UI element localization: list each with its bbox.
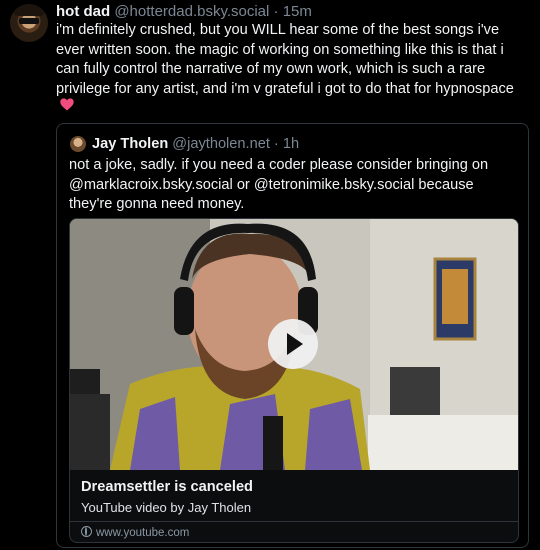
post-header: hot dad @hotterdad.bsky.social · 15m xyxy=(56,3,312,21)
card-link[interactable]: www.youtube.com xyxy=(81,526,189,539)
quote-author-name[interactable]: Jay Tholen xyxy=(92,136,168,152)
quote-text: not a joke, sadly. if you need a coder p… xyxy=(69,157,489,213)
avatar-hat-shape xyxy=(14,4,44,16)
avatar-glasses-shape xyxy=(19,18,39,24)
quoted-post[interactable]: Jay Tholen @jaytholen.net · 1h not a jok… xyxy=(56,123,529,548)
author-name[interactable]: hot dad xyxy=(56,3,110,20)
quote-author-avatar[interactable] xyxy=(70,136,86,152)
pink-heart-icon xyxy=(60,98,74,111)
post-text: i'm definitely crushed, but you WILL hea… xyxy=(56,22,514,97)
globe-icon xyxy=(81,526,92,537)
header-separator: · xyxy=(269,3,283,20)
quote-header-separator: · xyxy=(269,136,283,152)
play-icon[interactable] xyxy=(268,319,318,369)
post-time[interactable]: 15m xyxy=(283,3,312,20)
author-handle[interactable]: @hotterdad.bsky.social xyxy=(114,3,269,20)
post[interactable]: hot dad @hotterdad.bsky.social · 15m i'm… xyxy=(0,0,540,550)
card-title[interactable]: Dreamsettler is canceled xyxy=(81,479,253,495)
quote-author-handle[interactable]: @jaytholen.net xyxy=(172,136,270,152)
video-thumbnail[interactable] xyxy=(70,219,518,470)
quote-header: Jay Tholen @jaytholen.net · 1h xyxy=(92,135,299,153)
author-avatar[interactable] xyxy=(10,4,48,42)
video-link-card[interactable]: Dreamsettler is canceled YouTube video b… xyxy=(69,218,519,543)
quote-time[interactable]: 1h xyxy=(283,136,299,152)
card-description: YouTube video by Jay Tholen xyxy=(81,500,252,515)
card-link-text[interactable]: www.youtube.com xyxy=(96,527,189,539)
card-divider xyxy=(70,521,518,522)
